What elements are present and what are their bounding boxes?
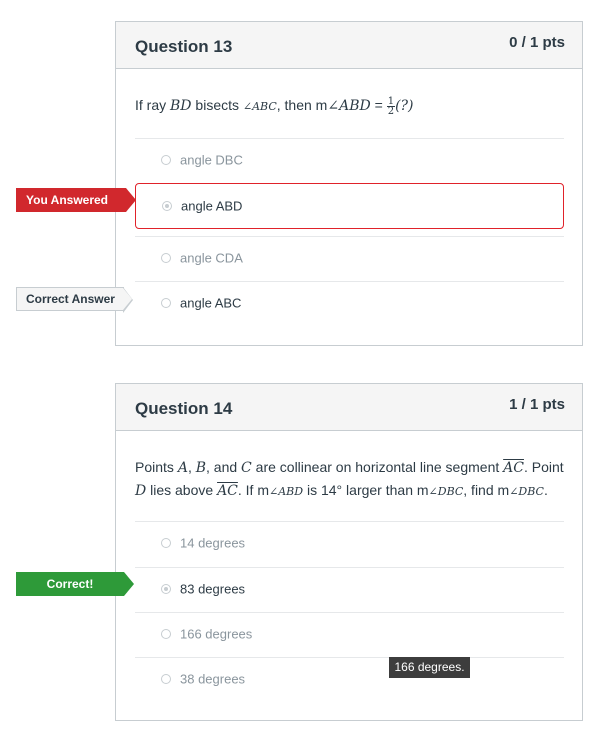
answer-option-selected-wrong[interactable]: angle ABD bbox=[135, 183, 564, 229]
question-points: 0 / 1 pts bbox=[509, 34, 565, 51]
answer-option[interactable]: angle DBC bbox=[135, 138, 564, 182]
question-points: 1 / 1 pts bbox=[509, 396, 565, 413]
answer-option[interactable]: 166 degrees bbox=[135, 612, 564, 656]
radio-button[interactable] bbox=[161, 629, 171, 639]
answer-label: angle ABD bbox=[181, 198, 243, 214]
radio-button-checked[interactable] bbox=[162, 201, 172, 211]
answer-option[interactable]: 14 degrees bbox=[135, 521, 564, 565]
question-header: Question 13 0 / 1 pts bbox=[116, 22, 582, 69]
question-text: If ray BD bisects ∠ABC, then m∠ABD = 1 2(… bbox=[135, 95, 414, 117]
answer-option-correct[interactable]: angle ABC bbox=[135, 281, 564, 325]
radio-button[interactable] bbox=[161, 538, 171, 548]
answer-label: 166 degrees bbox=[180, 626, 253, 642]
correct-flag: Correct! bbox=[16, 572, 134, 596]
question-title: Question 14 bbox=[135, 399, 233, 418]
answer-option-selected-correct[interactable]: 83 degrees bbox=[135, 567, 564, 611]
answer-label: 38 degrees bbox=[180, 671, 246, 687]
question-title: Question 13 bbox=[135, 37, 233, 56]
answer-label: angle ABC bbox=[180, 295, 242, 311]
radio-button[interactable] bbox=[161, 253, 171, 263]
radio-button[interactable] bbox=[161, 674, 171, 684]
question-header: Question 14 1 / 1 pts bbox=[116, 384, 582, 431]
answer-label: 14 degrees bbox=[180, 535, 246, 551]
answer-option[interactable]: 38 degrees bbox=[135, 657, 564, 701]
answer-option[interactable]: angle CDA bbox=[135, 236, 564, 280]
radio-button[interactable] bbox=[161, 298, 171, 308]
answer-label: angle CDA bbox=[180, 250, 243, 266]
question-13-card: Question 13 0 / 1 pts If ray BD bisects … bbox=[115, 21, 583, 346]
question-14-card: Question 14 1 / 1 pts Points A, B, and C… bbox=[115, 383, 583, 721]
radio-button[interactable] bbox=[161, 155, 171, 165]
answer-label: angle DBC bbox=[180, 152, 243, 168]
correct-answer-flag: Correct Answer bbox=[16, 287, 133, 313]
tooltip: 166 degrees. bbox=[389, 657, 470, 678]
you-answered-flag: You Answered bbox=[16, 188, 136, 212]
question-text: Points A, B, and C are collinear on hori… bbox=[135, 459, 564, 499]
radio-button-checked[interactable] bbox=[161, 584, 171, 594]
answer-label: 83 degrees bbox=[180, 581, 246, 597]
